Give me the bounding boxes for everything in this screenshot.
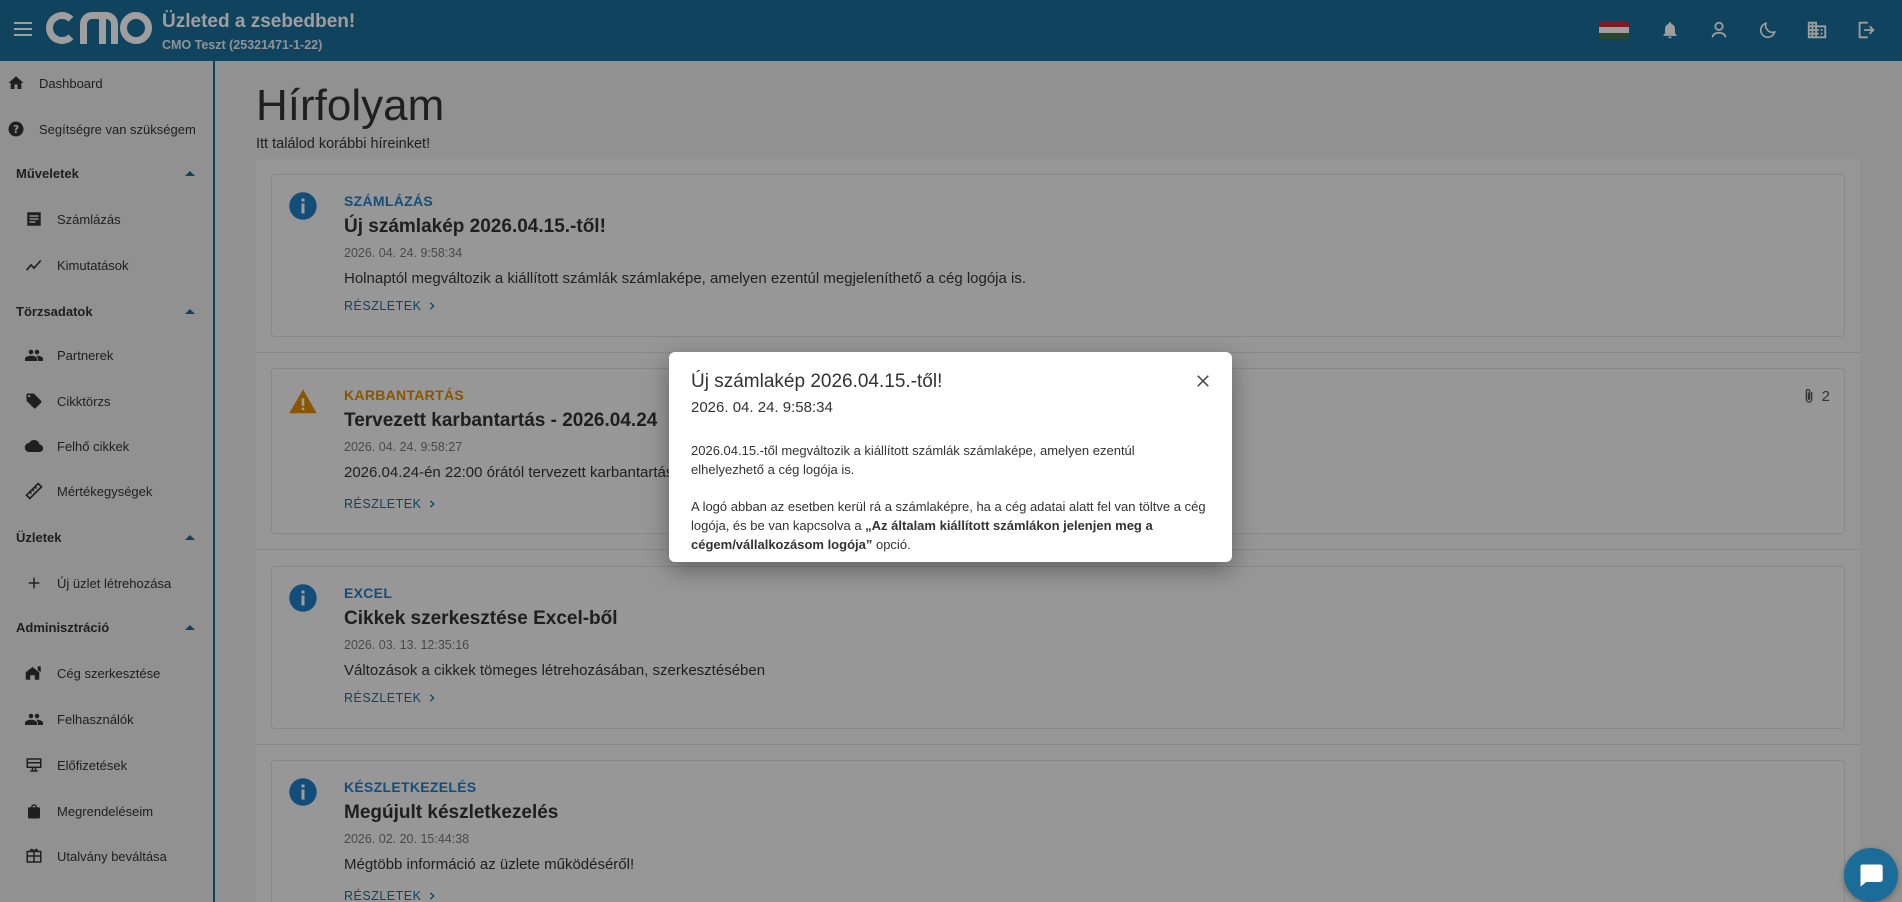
dialog-date: 2026. 04. 24. 9:58:34 bbox=[691, 399, 833, 416]
dialog-paragraph: A logó abban az esetben kerül rá a száml… bbox=[691, 497, 1211, 554]
close-icon[interactable] bbox=[1192, 370, 1214, 392]
chat-button[interactable] bbox=[1844, 848, 1898, 902]
dialog-title: Új számlakép 2026.04.15.-től! bbox=[691, 371, 943, 392]
news-dialog: Új számlakép 2026.04.15.-től! 2026. 04. … bbox=[669, 352, 1232, 562]
dialog-body: 2026.04.15.-től megváltozik a kiállított… bbox=[691, 441, 1211, 572]
dialog-paragraph: 2026.04.15.-től megváltozik a kiállított… bbox=[691, 443, 1135, 477]
dialog-text: opció. bbox=[872, 537, 911, 552]
chat-icon bbox=[1860, 864, 1883, 887]
